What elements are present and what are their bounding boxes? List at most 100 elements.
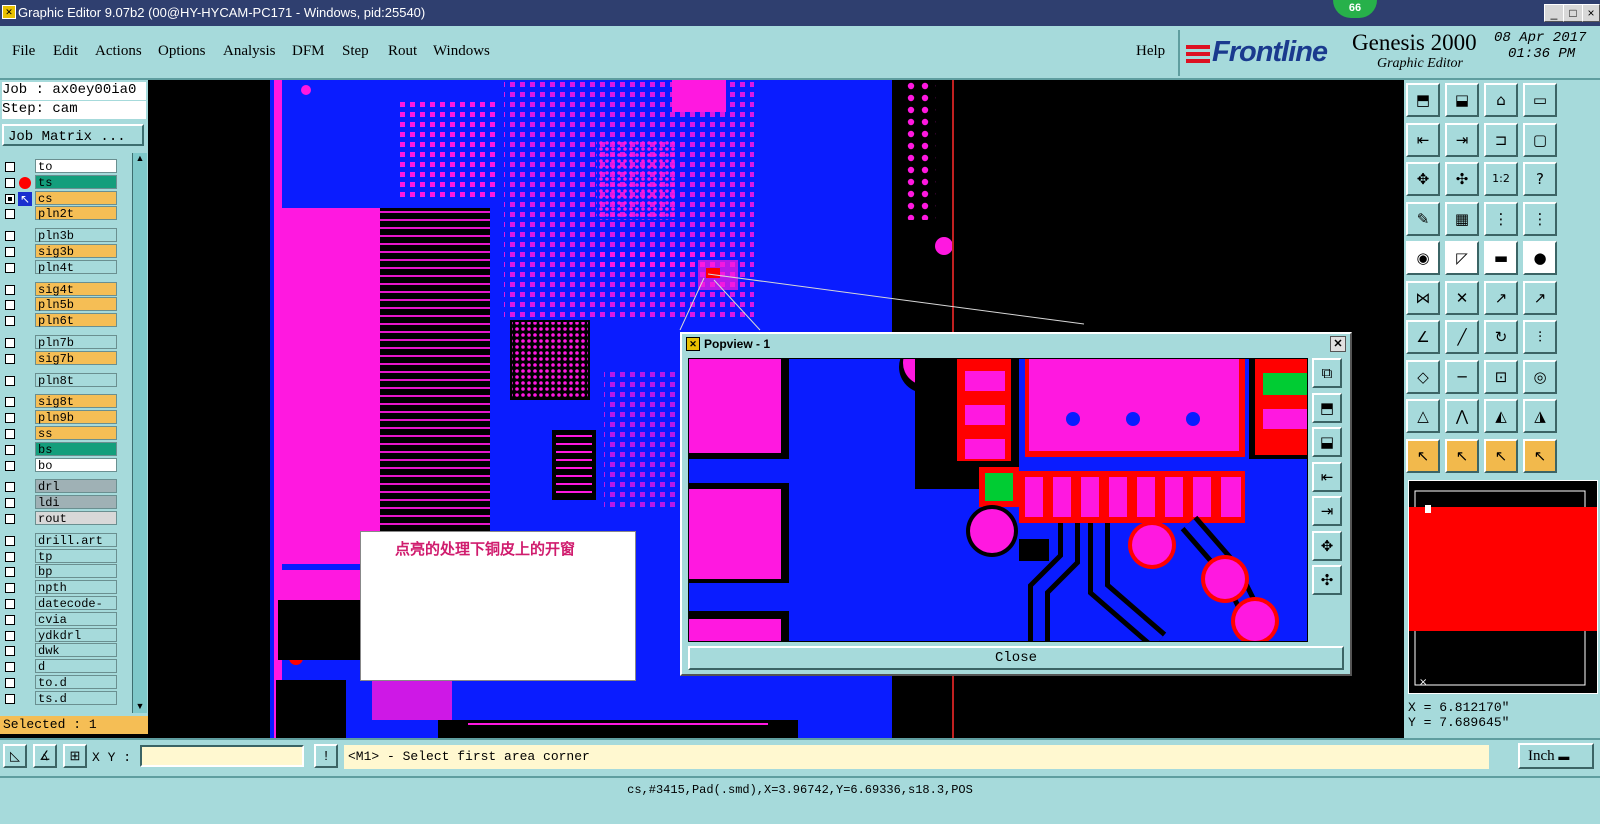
layer-row-0[interactable]: to [0,159,120,174]
layer-checkbox[interactable] [5,338,15,348]
home-view-button[interactable]: ⌂ [1484,83,1518,117]
layer-stack-button[interactable]: ⋮ [1484,201,1518,236]
layer-row-28[interactable]: dwk [0,643,120,658]
ring-button[interactable]: ◎ [1523,359,1557,394]
layer-checkbox[interactable] [5,162,15,172]
measure-tool-icon[interactable]: ∡ [33,744,57,768]
overview-map[interactable]: × [1408,480,1598,694]
pop-center-button[interactable]: ✣ [1312,565,1342,595]
close-window-button[interactable]: × [1582,4,1600,22]
layer-row-24[interactable]: npth [0,580,120,595]
scroll-down-icon[interactable]: ▼ [133,701,147,713]
window-button[interactable]: ▭ [1523,83,1557,117]
layer-checkbox[interactable] [5,630,15,641]
layer-checkbox[interactable] [5,375,15,386]
layer-checkbox[interactable] [5,567,15,578]
pop-left-button[interactable]: ⇤ [1312,461,1342,492]
layer-row-27[interactable]: ydkdrl [0,627,120,643]
menu-analysis[interactable]: Analysis [223,43,276,60]
layer-checkbox[interactable] [5,284,15,295]
arc-button[interactable]: ⋀ [1445,399,1479,433]
layer-row-19[interactable]: ldi [0,495,120,510]
help-button[interactable]: ? [1523,162,1557,196]
align-button[interactable]: ⫶ [1523,320,1557,354]
layer-checkbox[interactable] [5,177,15,188]
layer-checkbox[interactable] [5,646,15,657]
zoom-ratio-button[interactable]: 1:2 [1484,162,1518,196]
layer-row-12[interactable]: pln8t [0,372,120,388]
layer-checkbox[interactable] [5,444,15,455]
layer-row-31[interactable]: ts.d [0,690,120,706]
menu-edit[interactable]: Edit [53,43,78,60]
center-button[interactable]: ✣ [1445,162,1479,196]
corner-button[interactable]: ◸ [1445,241,1479,275]
xy-input[interactable] [140,745,304,767]
hline-button[interactable]: ─ [1445,359,1479,394]
layer-up-button[interactable]: ⬒ [1406,83,1440,117]
pan-right-button[interactable]: ⇥ [1445,122,1479,157]
snap-tool-icon[interactable]: ◺ [3,744,27,768]
connect-button[interactable]: ⋈ [1406,280,1440,315]
layer-row-6[interactable]: pln4t [0,259,120,275]
layer-down-button[interactable]: ⬓ [1445,83,1479,117]
layer-checkbox[interactable] [5,514,15,524]
layer-checkbox[interactable] [5,482,15,493]
redraw-button[interactable]: ⊐ [1484,122,1518,157]
layer-stack-2-button[interactable]: ⋮ [1523,201,1557,236]
maximize-button[interactable]: □ [1563,4,1583,22]
layer-checkbox[interactable] [5,460,15,471]
layer-row-7[interactable]: sig4t [0,281,120,297]
scroll-up-icon[interactable]: ▲ [133,153,147,165]
popview-close-icon[interactable]: ✕ [1330,336,1346,352]
box-button[interactable]: ⊡ [1484,359,1518,394]
line-button[interactable]: ╱ [1445,320,1479,354]
layer-row-22[interactable]: tp [0,548,120,564]
ruler-button[interactable]: ▬ [1484,241,1518,275]
fit-all-button[interactable]: ✥ [1406,162,1440,196]
tri-fill-button[interactable]: ◭ [1484,399,1518,433]
menu-windows[interactable]: Windows [433,43,490,60]
tri-half-button[interactable]: ◮ [1523,399,1557,433]
popview-canvas[interactable] [688,358,1308,642]
select-net-button[interactable]: ↖ [1484,438,1518,473]
layer-row-16[interactable]: bs [0,441,120,457]
layer-row-13[interactable]: sig8t [0,394,120,409]
pan-left-button[interactable]: ⇤ [1406,122,1440,157]
unit-selector[interactable]: Inch ▬ [1518,743,1594,769]
layer-checkbox[interactable] [5,599,15,609]
layer-checkbox[interactable] [5,262,15,273]
layer-row-30[interactable]: to.d [0,675,120,690]
menu-options[interactable]: Options [158,43,206,60]
select-box-button[interactable]: ↖ [1445,438,1479,473]
angle-button[interactable]: ∠ [1406,320,1440,354]
layer-row-8[interactable]: pln5b [0,297,120,312]
menu-file[interactable]: File [12,43,35,60]
layer-checkbox[interactable] [5,353,15,364]
minimize-button[interactable]: _ [1544,4,1564,22]
layer-checkbox[interactable] [5,247,15,257]
layer-row-17[interactable]: bo [0,457,120,473]
menu-step[interactable]: Step [342,43,369,60]
grid-button[interactable]: ▦ [1445,201,1479,236]
pop-fit-button[interactable]: ✥ [1312,530,1342,561]
job-matrix-button[interactable]: Job Matrix ... [2,124,144,146]
layer-scrollbar[interactable]: ▲ ▼ [132,153,147,713]
layer-row-20[interactable]: rout [0,511,120,526]
layer-checkbox[interactable] [5,498,15,509]
delete-button[interactable]: ✕ [1445,280,1479,315]
pop-up-button[interactable]: ⬒ [1312,392,1342,423]
layer-checkbox[interactable] [5,429,15,439]
layer-row-3[interactable]: pln2t [0,206,120,221]
popview-close-button[interactable]: Close [688,646,1344,670]
layer-row-21[interactable]: drill.art [0,532,120,548]
pad-button[interactable]: ◉ [1406,241,1440,275]
shape-button[interactable]: ◇ [1406,359,1440,394]
grid-tool-icon[interactable]: ⊞ [63,744,87,768]
layer-row-1[interactable]: ts [0,174,120,190]
layer-checkbox[interactable] [5,662,15,673]
help-menu[interactable]: Help [1136,43,1165,60]
menu-dfm[interactable]: DFM [292,43,325,60]
pop-down-button[interactable]: ⬓ [1312,427,1342,457]
select-button[interactable]: ↖ [1406,438,1440,473]
layer-row-9[interactable]: pln6t [0,313,120,328]
